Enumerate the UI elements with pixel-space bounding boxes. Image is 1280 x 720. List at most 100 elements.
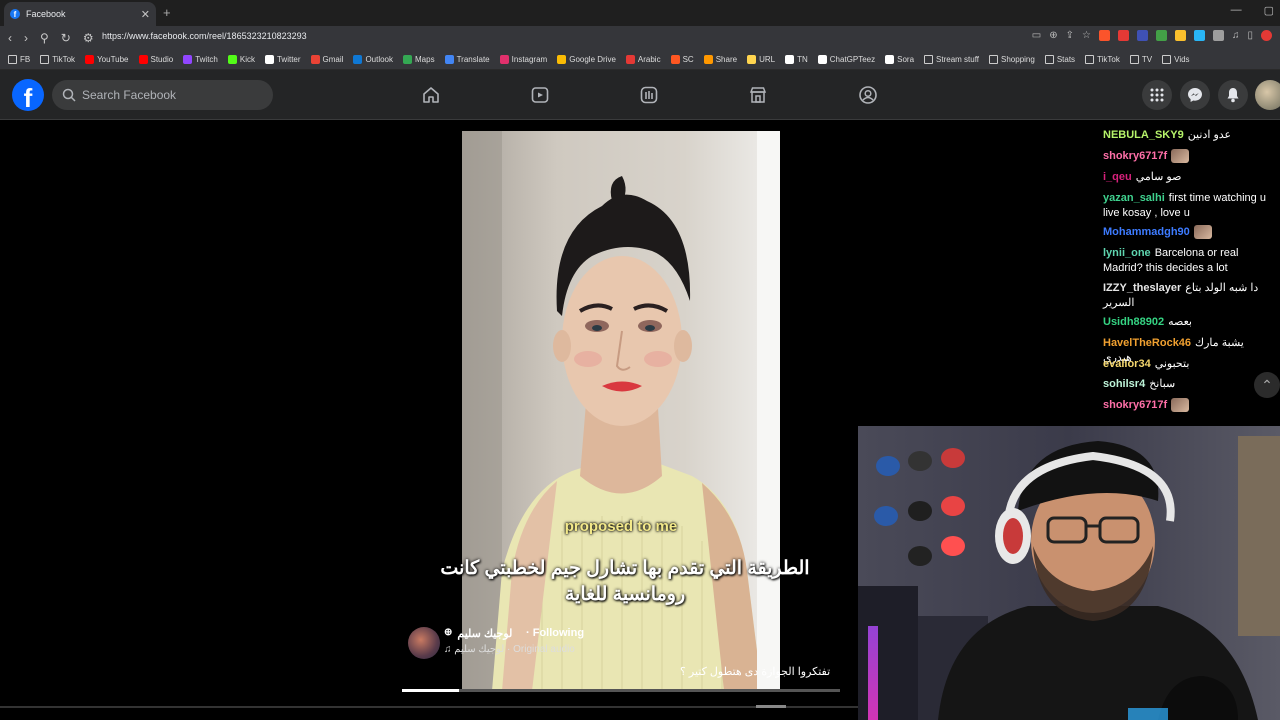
facebook-logo[interactable]: f — [12, 79, 44, 111]
extension-icon[interactable] — [1155, 30, 1167, 41]
creator-name[interactable]: لوجيك سليم — [457, 627, 512, 640]
reload-icon[interactable]: ↻ — [61, 31, 71, 45]
back-icon[interactable]: ‹ — [8, 31, 12, 45]
chat-text: بعصه — [1168, 316, 1192, 328]
tn-icon — [785, 55, 795, 64]
bookmark-item[interactable]: Kick — [227, 55, 255, 64]
extension-icon[interactable] — [1174, 30, 1186, 41]
bookmark-item[interactable]: YouTube — [85, 55, 129, 64]
bookmark-label: Vids — [1174, 55, 1190, 64]
bookmark-label: TikTok — [52, 55, 76, 64]
bookmark-item[interactable]: Shopping — [989, 55, 1035, 64]
close-tab-icon[interactable]: ✕ — [141, 8, 150, 21]
bookmark-item[interactable]: TikTok — [1085, 55, 1120, 64]
chat-username[interactable]: Mohammadgh90 — [1103, 226, 1190, 238]
bookmark-label: TV — [1141, 55, 1153, 64]
groups-icon[interactable] — [856, 83, 880, 107]
chat-text: سبانخ — [1149, 378, 1176, 390]
sidebar-icon[interactable]: ▯ — [1247, 30, 1253, 41]
bookmark-item[interactable]: Twitter — [264, 55, 301, 64]
bookmark-item[interactable]: TV — [1129, 55, 1153, 64]
extension-icon[interactable] — [1136, 30, 1148, 41]
creator-name-row[interactable]: لوجيك سليم ⊕ — [444, 627, 512, 640]
bookmark-label: Instagram — [511, 55, 548, 64]
chat-username[interactable]: HavelTheRock46 — [1103, 337, 1191, 349]
url-field[interactable]: https://www.facebook.com/reel/1865323210… — [102, 31, 307, 41]
brave-shield-icon[interactable] — [1098, 30, 1110, 41]
minimize-icon[interactable]: — — [1231, 4, 1242, 17]
bookmark-item[interactable]: Gmail — [310, 55, 343, 64]
search-input[interactable]: Search Facebook — [52, 80, 273, 110]
bookmark-item[interactable]: Maps — [403, 55, 435, 64]
bookmark-item[interactable]: ChatGPTeez — [817, 55, 876, 64]
following-label[interactable]: · Following — [526, 627, 584, 639]
chat-username[interactable]: lynii_one — [1103, 247, 1151, 259]
bookmark-item[interactable]: Google Drive — [557, 55, 616, 64]
video-icon[interactable] — [528, 83, 552, 107]
bookmark-item[interactable]: Studio — [138, 55, 174, 64]
marketplace-icon[interactable] — [746, 83, 770, 107]
extensions-puzzle-icon[interactable] — [1212, 30, 1224, 41]
reel-audio[interactable]: ♫ لوجيك سليم · Original audio — [444, 644, 575, 655]
chat-message: NEBULA_SKY9 عدو ادنين — [1103, 128, 1275, 143]
bookmark-label: Studio — [150, 55, 174, 64]
bookmark-item[interactable]: TikTok — [40, 55, 75, 64]
bookmark-item[interactable]: URL — [747, 55, 775, 64]
bookmark-item[interactable]: Vids — [1162, 55, 1190, 64]
page-scroll-thumb[interactable] — [756, 705, 786, 708]
cast-icon[interactable]: ▭ — [1032, 30, 1041, 41]
bookmark-label: ChatGPTeez — [829, 55, 876, 64]
bookmark-label: Translate — [456, 55, 490, 64]
chat-username[interactable]: shokry6717f — [1103, 150, 1167, 162]
share-icon[interactable]: ⇪ — [1066, 30, 1074, 41]
menu-grid-icon[interactable] — [1142, 80, 1172, 110]
url-icon — [747, 55, 757, 64]
bookmark-item[interactable]: Share — [703, 55, 737, 64]
chat-emote-icon — [1171, 149, 1190, 164]
bookmark-item[interactable]: Outlook — [353, 55, 393, 64]
chat-username[interactable]: IZZY_theslayer — [1103, 282, 1181, 294]
arabic-icon — [625, 55, 635, 64]
chat-username[interactable]: shokry6717f — [1103, 399, 1167, 411]
feeds-icon[interactable] — [637, 83, 661, 107]
account-avatar[interactable] — [1255, 80, 1280, 110]
bookmark-item[interactable]: Sora — [885, 55, 914, 64]
maximize-icon[interactable]: ▢ — [1264, 4, 1274, 17]
bookmark-item[interactable]: Instagram — [499, 55, 548, 64]
bookmark-item[interactable]: Arabic — [625, 55, 661, 64]
browser-tab[interactable]: f Facebook ✕ — [4, 2, 156, 26]
chat-username[interactable]: NEBULA_SKY9 — [1103, 129, 1184, 141]
star-icon[interactable]: ☆ — [1082, 30, 1091, 41]
bookmark-item[interactable]: Stats — [1044, 55, 1075, 64]
extension-icon[interactable] — [1117, 30, 1129, 41]
forward-icon[interactable]: › — [24, 31, 28, 45]
reel-progress-track[interactable] — [402, 689, 840, 692]
messenger-icon[interactable] — [1180, 80, 1210, 110]
bookmark-label: Twitch — [195, 55, 218, 64]
bookmark-label: Stream stuff — [936, 55, 980, 64]
chat-username[interactable]: Usidh88902 — [1103, 316, 1164, 328]
bookmark-item[interactable]: Translate — [444, 55, 490, 64]
creator-avatar[interactable] — [408, 627, 440, 659]
bookmark-item[interactable]: FB — [8, 55, 30, 64]
bookmark-page-icon[interactable]: ⚲ — [40, 31, 49, 45]
bookmark-item[interactable]: TN — [785, 55, 808, 64]
chat-username[interactable]: evalior34 — [1103, 358, 1151, 370]
notifications-bell-icon[interactable] — [1218, 80, 1248, 110]
new-tab-icon[interactable]: + — [163, 5, 171, 20]
bookmark-item[interactable]: Twitch — [183, 55, 218, 64]
profile-avatar[interactable] — [1261, 30, 1272, 41]
home-icon[interactable] — [419, 83, 443, 107]
bookmark-item[interactable]: Stream stuff — [924, 55, 979, 64]
scroll-up-icon[interactable]: ⌃ — [1254, 372, 1280, 398]
site-info-icon[interactable]: ⚙ — [83, 31, 94, 45]
chat-username[interactable]: i_qeu — [1103, 171, 1132, 183]
bookmark-item[interactable]: SC — [670, 55, 694, 64]
zoom-icon[interactable]: ⊕ — [1049, 30, 1057, 41]
bookmark-label: Kick — [239, 55, 255, 64]
chat-username[interactable]: sohilsr4 — [1103, 378, 1145, 390]
extension-icon[interactable] — [1193, 30, 1205, 41]
chat-text: صو سامي — [1135, 171, 1182, 183]
chat-username[interactable]: yazan_salhi — [1103, 192, 1165, 204]
media-icon[interactable]: ♫ — [1232, 30, 1240, 41]
